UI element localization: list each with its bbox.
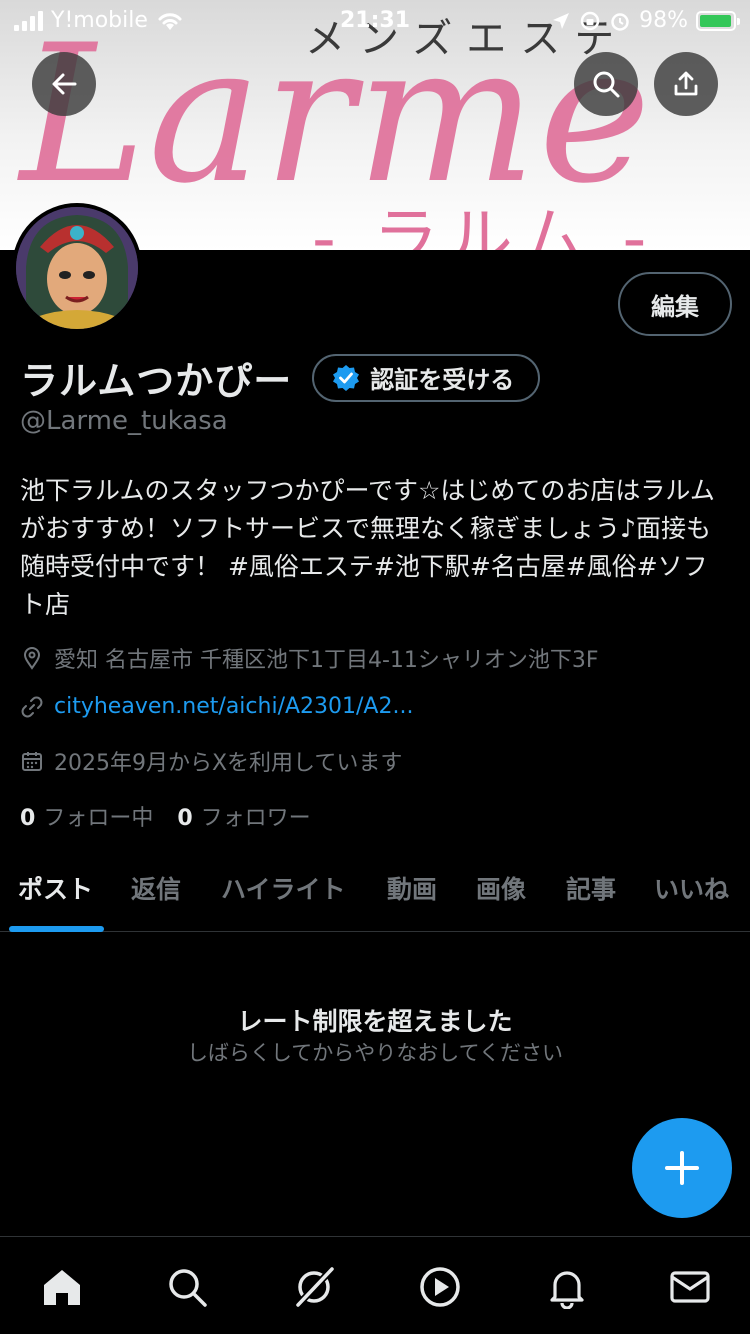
arrow-left-icon: [52, 73, 77, 95]
search-icon: [169, 1269, 207, 1307]
nav-video[interactable]: [418, 1265, 462, 1309]
grok-icon: [295, 1266, 335, 1308]
search-icon: [593, 71, 620, 98]
share-button[interactable]: [654, 52, 718, 116]
tab-images[interactable]: 画像: [476, 870, 526, 906]
empty-state-title: レート制限を超えました: [237, 1007, 513, 1036]
following-link[interactable]: 0 フォロー中: [20, 800, 153, 832]
location-row: 愛知 名古屋市 千種区池下1丁目4-11シャリオン池下3F: [20, 642, 599, 674]
plus-icon: [665, 1151, 699, 1185]
back-button[interactable]: [32, 52, 96, 116]
video-icon: [420, 1267, 460, 1307]
avatar[interactable]: [12, 203, 142, 333]
bottom-navigation: [0, 1236, 750, 1334]
tab-replies[interactable]: 返信: [131, 870, 181, 906]
tab-highlights[interactable]: ハイライト: [221, 870, 346, 906]
nav-notifications[interactable]: [545, 1265, 589, 1309]
following-label: フォロー中: [43, 806, 154, 831]
location-text: 愛知 名古屋市 千種区池下1丁目4-11シャリオン池下3F: [54, 648, 599, 673]
joined-row: 2025年9月からXを利用しています: [20, 745, 402, 777]
get-verified-button[interactable]: 認証を受ける: [312, 353, 541, 402]
tab-articles[interactable]: 記事: [566, 870, 616, 906]
profile-bio: 池下ラルムのスタッフつかぴーです☆はじめてのお店はラルムがおすすめ！ソフトサービ…: [20, 476, 715, 619]
profile-tabs: ポスト 返信 ハイライト 動画 画像 記事 いいね: [0, 852, 750, 932]
nav-grok[interactable]: [292, 1265, 336, 1309]
calendar-icon: [22, 752, 42, 771]
followers-label: フォロワー: [200, 806, 311, 831]
battery-icon: [696, 10, 740, 31]
search-button[interactable]: [574, 52, 638, 116]
status-bar: Y!mobile 21:31 98%: [0, 0, 750, 40]
mail-icon: [670, 1271, 710, 1303]
active-tab-indicator: [9, 926, 104, 932]
battery-percent: 98%: [639, 8, 688, 33]
tab-posts[interactable]: ポスト: [18, 870, 93, 906]
username-handle: @Larme_tukasa: [20, 406, 228, 436]
home-icon: [44, 1270, 80, 1305]
location-pin-icon: [23, 647, 41, 670]
banner-logo-sub: - ラルム -: [312, 200, 655, 250]
followers-link[interactable]: 0 フォロワー: [177, 800, 310, 832]
follow-stats: 0 フォロー中 0 フォロワー: [20, 800, 311, 832]
nav-messages[interactable]: [668, 1265, 712, 1309]
alarm-icon: [611, 12, 629, 31]
verified-badge-icon: [333, 364, 360, 391]
joined-date: 2025年9月からXを利用しています: [54, 751, 403, 776]
nav-search[interactable]: [165, 1265, 209, 1309]
tab-likes[interactable]: いいね: [654, 870, 729, 906]
orientation-lock-icon: [580, 11, 600, 30]
following-count: 0: [20, 806, 36, 831]
link-icon: [21, 696, 43, 717]
nav-home[interactable]: [40, 1265, 84, 1309]
website-link[interactable]: cityheaven.net/aichi/A2301/A2...: [54, 694, 413, 719]
tab-videos[interactable]: 動画: [387, 870, 437, 906]
banner-logo: Larme: [20, 4, 653, 225]
empty-state-subtitle: しばらくしてからやりなおしてください: [186, 1041, 564, 1065]
website-row: cityheaven.net/aichi/A2301/A2...: [20, 694, 413, 719]
get-verified-label: 認証を受ける: [370, 366, 515, 394]
followers-count: 0: [177, 806, 193, 831]
bell-icon: [550, 1271, 584, 1309]
location-arrow-icon: [553, 12, 570, 29]
avatar-image: [16, 207, 138, 329]
display-name: ラルムつかぴー: [20, 359, 293, 403]
compose-post-button[interactable]: [632, 1118, 732, 1218]
share-icon: [674, 71, 698, 96]
edit-profile-button[interactable]: 編集: [618, 272, 732, 336]
